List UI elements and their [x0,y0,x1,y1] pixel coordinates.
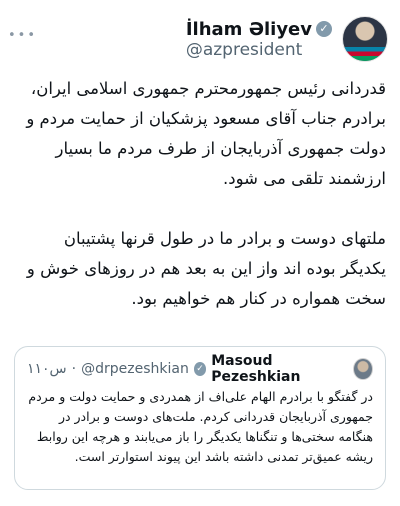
quoted-tweet-text: در گفتگو با برادرم الهام علی‌اف از همدرد… [28,389,373,464]
quoted-verified-badge-icon: ✓ [193,362,207,376]
quoted-tweet-time[interactable]: ۱۱۰س [27,361,67,377]
author-names: İlham Əliyev ✓ @azpresident [186,19,332,60]
tweet-body: قدردانی رئیس جمهورمحترم جمهوری اسلامی ای… [14,74,386,344]
tweet-card: ••• İlham Əliyev ✓ @azpresident قدردانی … [0,0,400,506]
flag-icon [343,47,387,61]
verified-badge-icon: ✓ [316,21,332,37]
author-display-name[interactable]: İlham Əliyev [186,19,312,40]
more-options-icon[interactable]: ••• [8,28,37,43]
quoted-tweet-header: ۱۱۰س · @drpezeshkian ✓ Masoud Pezeshkian [27,353,373,385]
tweet-header: İlham Əliyev ✓ @azpresident [186,14,388,64]
author-handle[interactable]: @azpresident [186,40,302,60]
quoted-author-name: Masoud Pezeshkian [211,353,301,385]
quoted-tweet-separator: · [71,361,77,377]
tweet-paragraph-2: ملتهای دوست و برادر ما در طول قرنها پشتی… [26,229,386,308]
tweet-paragraph-1: قدردانی رئیس جمهورمحترم جمهوری اسلامی ای… [26,79,386,188]
quoted-author-avatar [353,358,373,380]
author-name-row: İlham Əliyev ✓ [186,19,332,40]
author-avatar[interactable] [342,16,388,62]
quoted-author-handle: @drpezeshkian [81,361,189,377]
quoted-tweet[interactable]: ۱۱۰س · @drpezeshkian ✓ Masoud Pezeshkian… [14,346,386,490]
